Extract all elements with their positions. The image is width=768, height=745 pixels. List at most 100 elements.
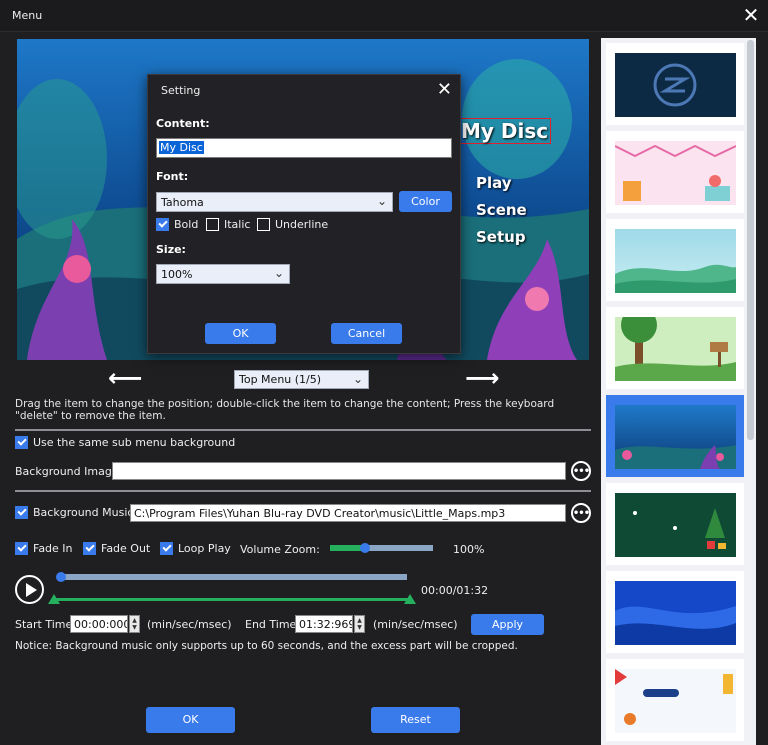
end-time-label: End Time: — [245, 618, 301, 631]
play-button[interactable] — [15, 575, 44, 604]
next-arrow-icon[interactable]: ⟶ — [465, 366, 499, 390]
kids-scene — [615, 669, 733, 725]
end-time-unit: (min/sec/msec) — [373, 618, 458, 631]
font-label: Font: — [156, 170, 189, 183]
start-time-field[interactable]: 00:00:000 — [70, 615, 128, 633]
fade-in-checkbox[interactable]: Fade In — [15, 542, 73, 555]
thumbnail-blue-waves[interactable] — [606, 571, 744, 653]
hint-text: Drag the item to change the position; do… — [15, 398, 555, 422]
divider — [15, 490, 591, 492]
underline-label: Underline — [275, 218, 329, 231]
size-label: Size: — [156, 243, 186, 256]
dialog-cancel-button[interactable]: Cancel — [331, 323, 402, 344]
playback-progress-track[interactable] — [59, 574, 407, 580]
browse-image-icon[interactable]: ••• — [571, 461, 591, 481]
menu-item-play[interactable]: Play — [476, 174, 512, 192]
dialog-ok-button[interactable]: OK — [205, 323, 276, 344]
ok-button[interactable]: OK — [146, 707, 235, 733]
prev-arrow-icon[interactable]: ⟵ — [108, 366, 142, 390]
background-thumbnail-list[interactable] — [601, 38, 756, 745]
thumbnail-christmas-green[interactable] — [606, 483, 744, 565]
browse-music-icon[interactable]: ••• — [571, 503, 591, 523]
bold-checkbox[interactable]: Bold — [156, 218, 198, 231]
thumbnail-kids-grid[interactable] — [606, 659, 744, 741]
menu-item-setup[interactable]: Setup — [476, 228, 526, 246]
fade-in-label: Fade In — [33, 542, 73, 555]
thumbnail-image — [615, 53, 736, 117]
crop-start-handle[interactable] — [48, 594, 60, 604]
loop-play-label: Loop Play — [178, 542, 231, 555]
fade-in-check-box — [15, 542, 28, 555]
menu-page-select[interactable]: Top Menu (1/5) ⌄ — [234, 370, 369, 389]
hills-scene — [615, 264, 736, 293]
start-time-spinner[interactable]: ▲ ▼ — [129, 615, 140, 633]
chevron-down-icon: ⌄ — [376, 194, 387, 208]
content-input[interactable]: My Disc — [156, 138, 452, 158]
underwater-scene — [615, 445, 736, 469]
loop-play-checkbox[interactable]: Loop Play — [160, 542, 231, 555]
disc-title-text[interactable]: My Disc — [458, 118, 552, 144]
setting-dialog: Setting ✕ Content: My Disc Font: Tahoma … — [147, 74, 461, 354]
same-sub-background-checkbox[interactable]: Use the same sub menu background — [15, 436, 235, 449]
start-time-unit: (min/sec/msec) — [147, 618, 232, 631]
divider — [15, 429, 591, 431]
content-value: My Disc — [159, 141, 204, 154]
thumbnail-underwater[interactable] — [606, 395, 744, 477]
menu-page-value: Top Menu (1/5) — [239, 373, 322, 386]
reset-button[interactable]: Reset — [371, 707, 460, 733]
color-button[interactable]: Color — [399, 191, 452, 212]
thumbnail-scrollbar[interactable] — [745, 38, 756, 745]
play-icon — [26, 583, 37, 597]
notice-text: Notice: Background music only supports u… — [15, 640, 518, 652]
bold-label: Bold — [174, 218, 199, 231]
background-music-label: Background Music: — [33, 506, 138, 519]
fade-out-check-box — [83, 542, 96, 555]
fade-out-checkbox[interactable]: Fade Out — [83, 542, 150, 555]
background-music-checkbox[interactable]: Background Music: — [15, 506, 137, 519]
thumbnail-image — [615, 405, 736, 469]
thumbnail-image — [615, 229, 736, 293]
size-value: 100% — [161, 268, 193, 281]
thumbnail-image — [615, 493, 736, 557]
title-bar: Menu ✕ — [0, 0, 768, 32]
thumbnail-logo-dark[interactable] — [606, 43, 744, 125]
underline-checkbox[interactable]: Underline — [257, 218, 328, 231]
close-icon[interactable]: ✕ — [742, 5, 760, 25]
crop-range-bar[interactable] — [53, 598, 411, 601]
background-image-label: Background Image: — [15, 465, 123, 478]
music-path-field[interactable]: C:\Program Files\Yuhan Blu-ray DVD Creat… — [130, 504, 566, 522]
crop-end-handle[interactable] — [404, 594, 416, 604]
content-label: Content: — [156, 117, 210, 130]
music-check-box — [15, 506, 28, 519]
dialog-close-icon[interactable]: ✕ — [437, 79, 452, 100]
volume-zoom-label: Volume Zoom: — [240, 543, 320, 556]
same-sub-check-box — [15, 436, 28, 449]
apply-button[interactable]: Apply — [471, 614, 544, 635]
thumbnail-green-hills[interactable] — [606, 219, 744, 301]
bold-check-box — [156, 218, 169, 231]
underline-check-box — [257, 218, 270, 231]
forest-scene — [615, 317, 736, 381]
italic-label: Italic — [224, 218, 251, 231]
thumbnail-image — [615, 669, 736, 733]
size-select[interactable]: 100% ⌄ — [156, 264, 290, 284]
end-time-field[interactable]: 01:32:969 — [295, 615, 353, 633]
loop-check-box — [160, 542, 173, 555]
window-title: Menu — [12, 9, 43, 22]
background-image-field[interactable] — [112, 462, 566, 480]
font-select[interactable]: Tahoma ⌄ — [156, 192, 393, 212]
scrollbar-thumb[interactable] — [747, 40, 754, 440]
font-value: Tahoma — [161, 196, 204, 209]
playback-knob[interactable] — [56, 572, 66, 582]
italic-checkbox[interactable]: Italic — [206, 218, 250, 231]
start-time-label: Start Time: — [15, 618, 76, 631]
fade-out-label: Fade Out — [101, 542, 151, 555]
thumbnail-pink-party[interactable] — [606, 131, 744, 213]
same-sub-label: Use the same sub menu background — [33, 436, 236, 449]
waves-scene — [615, 606, 736, 645]
thumbnail-forest-sign[interactable] — [606, 307, 744, 389]
menu-item-scene[interactable]: Scene — [476, 201, 527, 219]
thumbnail-image — [615, 317, 736, 381]
end-time-spinner[interactable]: ▲ ▼ — [354, 615, 365, 633]
volume-slider-knob[interactable] — [360, 543, 371, 553]
